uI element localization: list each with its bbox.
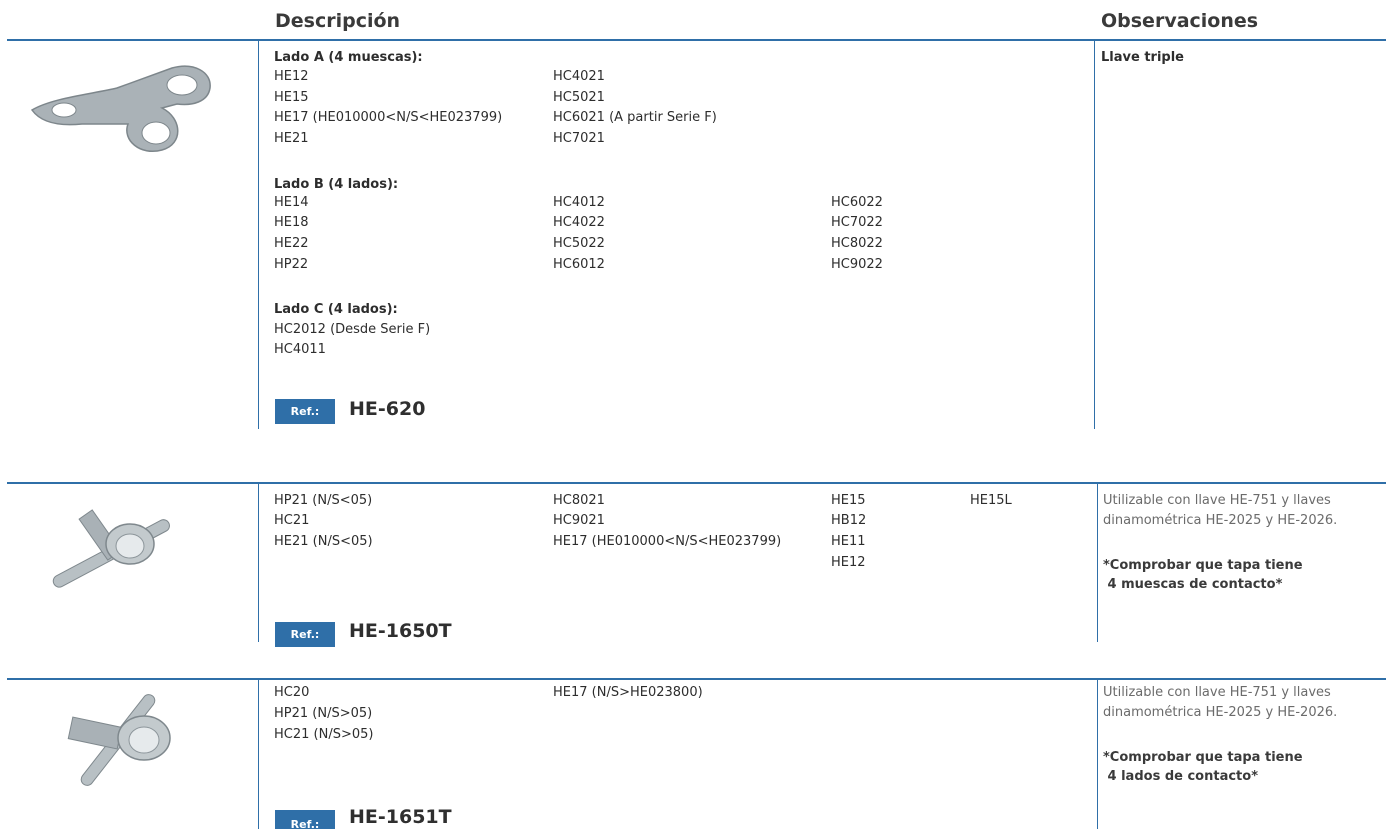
column-divider (1097, 680, 1098, 829)
ref-label: Ref.: (275, 622, 335, 647)
t-wrench-image (52, 509, 170, 588)
column-divider (1097, 484, 1098, 642)
lado-a-col2-item: HC7021 (553, 131, 605, 146)
lado-b-title: Lado B (4 lados): (274, 177, 399, 192)
ref-code: HE-1650T (349, 620, 452, 642)
lado-b-col2-item: HC5022 (553, 236, 605, 251)
lado-b-col1-item: HE18 (274, 215, 309, 230)
observation-text: Utilizable con llave HE-751 y llaves din… (1103, 685, 1338, 720)
lado-a-col1-item: HE12 (274, 69, 309, 84)
lado-a-title: Lado A (4 muescas): (274, 50, 423, 65)
compat-col1-item: HP21 (N/S<05) (274, 493, 373, 508)
lado-a-col2-item: HC6021 (A partir Serie F) (553, 110, 717, 125)
compat-col1-item: HC21 (N/S>05) (274, 727, 374, 742)
column-divider (258, 484, 259, 642)
lado-a-col1-item: HE15 (274, 90, 309, 105)
compat-col1-item: HC20 (274, 685, 310, 700)
compat-col2-item: HC8021 (553, 493, 605, 508)
compat-col2-item: HC9021 (553, 513, 605, 528)
row-divider-1 (7, 39, 1386, 41)
triple-key-image (30, 65, 211, 153)
lado-b-col1-item: HE14 (274, 195, 309, 210)
compat-col1-item: HP21 (N/S>05) (274, 706, 373, 721)
lado-b-col3-item: HC9022 (831, 257, 883, 272)
lado-c-col1-item: HC2012 (Desde Serie F) (274, 322, 431, 337)
lado-b-col2-item: HC6012 (553, 257, 605, 272)
column-divider (258, 680, 259, 829)
column-divider (258, 41, 259, 429)
lado-c-title: Lado C (4 lados): (274, 302, 398, 317)
ref-label: Ref.: (275, 399, 335, 424)
ref-code: HE-1651T (349, 806, 452, 828)
observation-text: Utilizable con llave HE-751 y llaves din… (1103, 493, 1338, 528)
lado-c-col1-item: HC4011 (274, 342, 326, 357)
row-divider-3 (7, 678, 1386, 680)
lado-b-col1-item: HP22 (274, 257, 309, 272)
compat-col2-item: HE17 (N/S>HE023800) (553, 685, 703, 700)
compat-col3-item: HE12 (831, 555, 866, 570)
compat-col2-item: HE17 (HE010000<N/S<HE023799) (553, 534, 782, 549)
compat-col3-item: HE11 (831, 534, 866, 549)
observation-text: Llave triple (1101, 50, 1184, 65)
compat-col1-item: HC21 (274, 513, 310, 528)
lado-a-col1-item: HE21 (274, 131, 309, 146)
column-divider (1094, 41, 1095, 429)
lado-b-col1-item: HE22 (274, 236, 309, 251)
lado-a-col2-item: HC4021 (553, 69, 605, 84)
row-divider-2 (7, 482, 1386, 484)
compat-col4-item: HE15L (970, 493, 1012, 508)
t-wrench-image (67, 694, 171, 786)
lado-a-col1-item: HE17 (HE010000<N/S<HE023799) (274, 110, 503, 125)
lado-b-col3-item: HC8022 (831, 236, 883, 251)
header-observaciones: Observaciones (1101, 10, 1259, 32)
lado-a-col2-item: HC5021 (553, 90, 605, 105)
header-descripcion: Descripción (275, 10, 401, 32)
observation-note: *Comprobar que tapa tiene 4 lados de con… (1103, 750, 1303, 784)
compat-col3-item: HB12 (831, 513, 867, 528)
compat-col1-item: HE21 (N/S<05) (274, 534, 373, 549)
lado-b-col2-item: HC4012 (553, 195, 605, 210)
ref-code: HE-620 (349, 398, 426, 420)
ref-label: Ref.: (275, 810, 335, 831)
observation-note: *Comprobar que tapa tiene 4 muescas de c… (1103, 558, 1303, 592)
lado-b-col3-item: HC6022 (831, 195, 883, 210)
compat-col3-item: HE15 (831, 493, 866, 508)
lado-b-col2-item: HC4022 (553, 215, 605, 230)
lado-b-col3-item: HC7022 (831, 215, 883, 230)
